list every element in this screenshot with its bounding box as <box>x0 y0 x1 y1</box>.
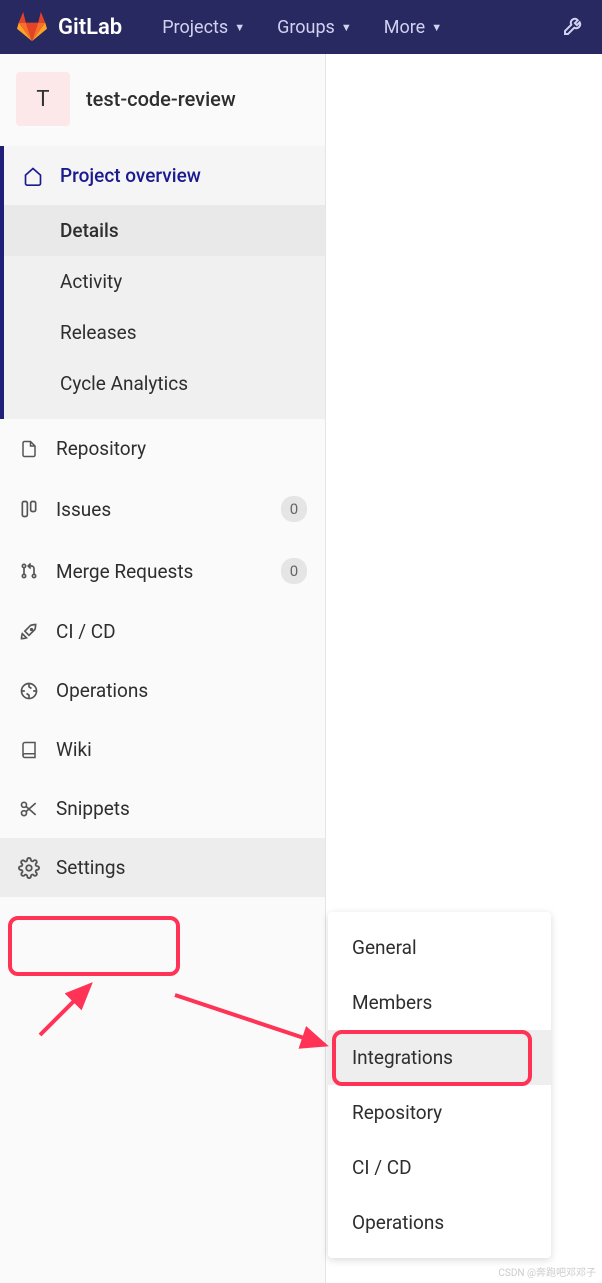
chevron-down-icon: ▼ <box>234 21 245 34</box>
gitlab-logo-icon <box>16 12 48 42</box>
sidebar-item-issues[interactable]: Issues 0 <box>0 478 325 540</box>
issues-icon <box>18 498 40 520</box>
watermark: CSDN @奔跑吧邓邓子 <box>498 1264 596 1279</box>
brand-text: GitLab <box>58 15 122 40</box>
subitem-releases[interactable]: Releases <box>4 307 325 358</box>
mr-count-badge: 0 <box>281 558 307 584</box>
project-header[interactable]: T test-code-review <box>0 54 325 146</box>
overview-subitems: Details Activity Releases Cycle Analytic… <box>4 205 325 419</box>
sidebar-item-snippets[interactable]: Snippets <box>0 779 325 838</box>
subitem-activity[interactable]: Activity <box>4 256 325 307</box>
sidebar-item-cicd[interactable]: CI / CD <box>0 602 325 661</box>
flyout-integrations[interactable]: Integrations <box>328 1030 551 1085</box>
sidebar-item-overview[interactable]: Project overview <box>4 146 325 205</box>
book-icon <box>18 739 40 761</box>
sidebar-item-repository[interactable]: Repository <box>0 419 325 478</box>
admin-wrench-icon[interactable] <box>562 13 586 41</box>
nav-groups[interactable]: Groups ▼ <box>265 9 364 46</box>
settings-flyout: General Members Integrations Repository … <box>328 912 551 1258</box>
project-name: test-code-review <box>86 87 236 111</box>
sidebar: T test-code-review Project overview Deta… <box>0 54 326 1283</box>
sidebar-item-wiki[interactable]: Wiki <box>0 720 325 779</box>
sidebar-item-operations[interactable]: Operations <box>0 661 325 720</box>
sidebar-item-merge-requests[interactable]: Merge Requests 0 <box>0 540 325 602</box>
rocket-icon <box>18 621 40 643</box>
top-navbar: GitLab Projects ▼ Groups ▼ More ▼ <box>0 0 602 54</box>
project-avatar: T <box>16 72 70 126</box>
subitem-cycle-analytics[interactable]: Cycle Analytics <box>4 358 325 409</box>
sidebar-section-overview: Project overview Details Activity Releas… <box>0 146 325 419</box>
gear-icon <box>18 857 40 879</box>
flyout-general[interactable]: General <box>328 920 551 975</box>
doc-icon <box>18 438 40 460</box>
sidebar-item-settings[interactable]: Settings <box>0 838 325 897</box>
flyout-members[interactable]: Members <box>328 975 551 1030</box>
flyout-repository[interactable]: Repository <box>328 1085 551 1140</box>
issues-count-badge: 0 <box>281 496 307 522</box>
flyout-cicd[interactable]: CI / CD <box>328 1140 551 1195</box>
chevron-down-icon: ▼ <box>341 21 352 34</box>
ops-icon <box>18 680 40 702</box>
merge-icon <box>18 560 40 582</box>
chevron-down-icon: ▼ <box>431 21 442 34</box>
home-icon <box>22 165 44 187</box>
flyout-operations[interactable]: Operations <box>328 1195 551 1250</box>
scissors-icon <box>18 798 40 820</box>
nav-more[interactable]: More ▼ <box>372 9 454 46</box>
brand-logo[interactable]: GitLab <box>16 12 122 42</box>
nav-projects[interactable]: Projects ▼ <box>150 9 257 46</box>
subitem-details[interactable]: Details <box>4 205 325 256</box>
